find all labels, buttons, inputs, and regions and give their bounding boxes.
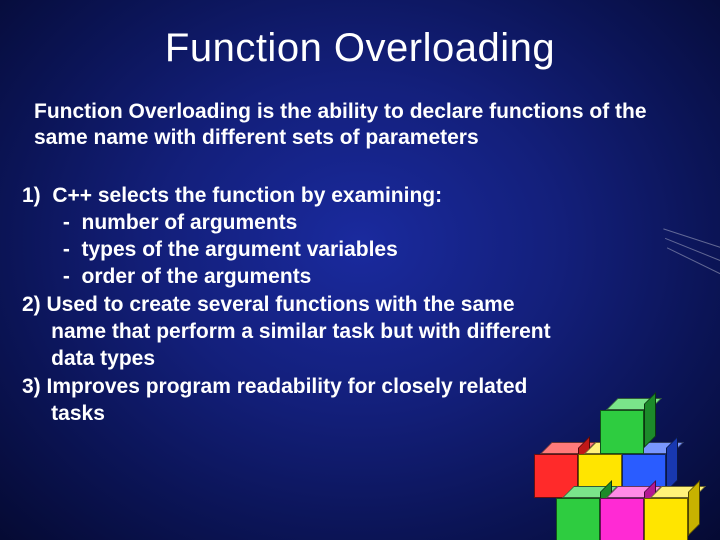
- green-cube-icon: [556, 486, 600, 530]
- list-line-2c: data types: [22, 345, 692, 372]
- red-cube-icon: [534, 442, 578, 486]
- magenta-cube-icon: [600, 486, 644, 530]
- yellow-cube-icon: [644, 486, 688, 530]
- list-line-1a: - number of arguments: [22, 209, 692, 236]
- list-line-1: 1) C++ selects the function by examining…: [22, 182, 692, 209]
- intro-paragraph: Function Overloading is the ability to d…: [34, 99, 686, 152]
- slide: Function Overloading Function Overloadin…: [0, 0, 720, 540]
- list-line-2b: name that perform a similar task but wit…: [22, 318, 692, 345]
- body-list: 1) C++ selects the function by examining…: [22, 182, 692, 428]
- list-line-1c: - order of the arguments: [22, 263, 692, 290]
- list-line-2: 2) Used to create several functions with…: [22, 291, 692, 318]
- decorative-lines: [660, 250, 720, 320]
- list-line-1b: - types of the argument variables: [22, 236, 692, 263]
- slide-title: Function Overloading: [28, 26, 692, 71]
- green-cube-icon: [600, 398, 644, 442]
- decorative-cubes: [524, 394, 714, 534]
